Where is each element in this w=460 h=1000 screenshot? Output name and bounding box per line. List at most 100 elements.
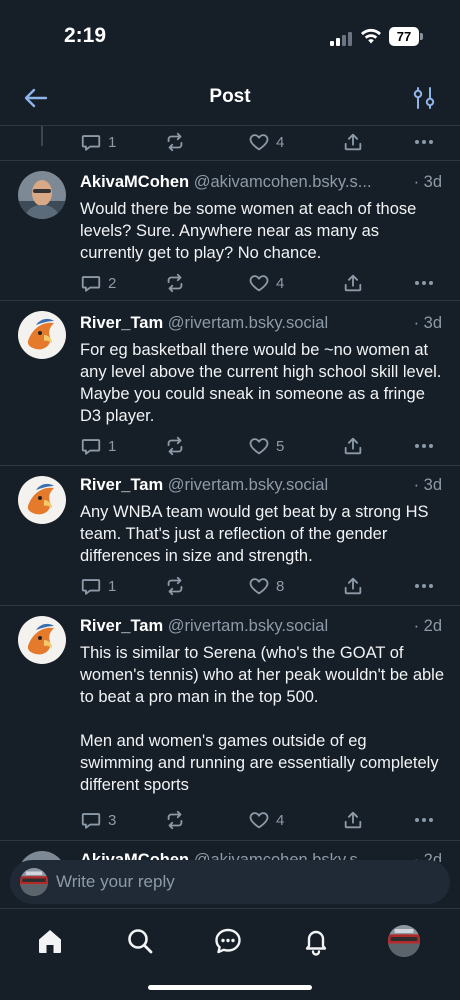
share-button[interactable] [342,434,364,458]
reply-count: 1 [108,437,117,455]
like-count: 4 [276,133,285,151]
heart-icon [248,575,270,597]
like-button[interactable]: 4 [248,271,284,295]
repost-button[interactable] [164,271,186,295]
post-header: River_Tam @rivertam.bsky.social · 3d [80,476,442,495]
home-icon [39,930,61,953]
reply-button[interactable]: 3 [80,808,116,832]
share-button[interactable] [342,271,364,295]
post-text: This is similar to Serena (who's the GOA… [80,644,445,794]
share-icon [342,435,364,457]
tab-search[interactable] [124,925,156,957]
avatar [20,868,48,896]
reply-icon [80,435,102,457]
reply-icon [80,272,102,294]
tab-home[interactable] [34,925,66,957]
author-name[interactable]: River_Tam [80,476,163,494]
repost-button[interactable] [164,130,186,154]
status-time: 2:19 [64,24,107,47]
repost-icon [164,272,186,294]
post-time: · 3d [409,314,442,333]
author-handle[interactable]: @rivertam.bsky.social [168,476,328,494]
search-icon [128,929,153,954]
header: Post [0,70,460,126]
reply-button[interactable]: 2 [80,271,116,295]
tab-chat[interactable] [212,925,244,957]
avatar[interactable] [18,171,66,219]
post-text: Would there be some women at each of tho… [80,200,421,262]
more-button[interactable] [412,271,436,295]
share-button[interactable] [342,574,364,598]
repost-button[interactable] [164,574,186,598]
heart-icon [248,272,270,294]
post[interactable]: AkivaMCohen @akivamcohen.bsky.s... · 3d … [0,160,460,300]
battery-icon: 77 [389,27,419,46]
signal-icon [330,30,354,46]
tab-notifications[interactable] [300,925,332,957]
more-button[interactable] [412,574,436,598]
status-bar: 2:19 77 [0,0,460,70]
author-handle[interactable]: @rivertam.bsky.social [168,617,328,635]
more-button[interactable] [412,434,436,458]
page-title: Post [209,86,251,107]
action-row: 1 5 [80,434,440,458]
post-time: · 3d [409,476,442,495]
reply-button[interactable]: 1 [80,130,116,154]
more-icon [412,808,436,832]
reply-icon [80,575,102,597]
avatar[interactable] [18,476,66,524]
share-icon [342,809,364,831]
like-button[interactable]: 4 [248,808,284,832]
post[interactable]: River_Tam @rivertam.bsky.social · 3d Any… [0,465,460,605]
post[interactable]: River_Tam @rivertam.bsky.social · 2d Thi… [0,605,460,840]
repost-icon [164,575,186,597]
action-row: 3 4 [80,808,440,832]
repost-button[interactable] [164,808,186,832]
like-button[interactable]: 8 [248,574,284,598]
more-button[interactable] [412,808,436,832]
share-icon [342,131,364,153]
post-text: Any WNBA team would get beat by a strong… [80,503,434,565]
like-button[interactable]: 5 [248,434,284,458]
author-handle[interactable]: @rivertam.bsky.social [168,314,328,332]
share-button[interactable] [342,130,364,154]
reply-count: 1 [108,577,117,595]
like-button[interactable]: 4 [248,130,284,154]
avatar[interactable] [18,616,66,664]
sliders-icon[interactable] [412,84,436,112]
more-icon [412,434,436,458]
thread-line [41,126,43,146]
author-name[interactable]: AkivaMCohen [80,173,189,191]
chat-icon [215,928,241,954]
more-icon [412,130,436,154]
reply-count: 2 [108,274,117,292]
post-header: AkivaMCohen @akivamcohen.bsky.s... · 3d [80,173,442,192]
author-name[interactable]: River_Tam [80,314,163,332]
author-name[interactable]: River_Tam [80,617,163,635]
author-handle[interactable]: @akivamcohen.bsky.s... [194,173,372,191]
avatar[interactable] [18,311,66,359]
post-header: River_Tam @rivertam.bsky.social · 2d [80,617,442,636]
reply-composer[interactable] [10,860,450,904]
battery-tip [420,33,423,40]
repost-icon [164,131,186,153]
reply-count: 1 [108,133,117,151]
repost-icon [164,435,186,457]
heart-icon [248,435,270,457]
post-partial[interactable]: AkivaMCohen @akivamcohen.bsky.s... · 2d [0,840,460,862]
post[interactable]: River_Tam @rivertam.bsky.social · 3d For… [0,300,460,465]
wifi-icon [361,28,381,44]
more-button[interactable] [412,130,436,154]
action-row: 1 8 [80,574,440,598]
share-button[interactable] [342,808,364,832]
parent-action-row: 1 4 [80,130,440,154]
reply-button[interactable]: 1 [80,434,116,458]
like-count: 4 [276,274,285,292]
post-time: · 3d [409,173,442,192]
reply-input[interactable] [56,860,436,904]
reply-button[interactable]: 1 [80,574,116,598]
tab-profile[interactable] [388,925,420,957]
avatar [388,925,420,957]
post-time: · 2d [409,617,442,636]
repost-button[interactable] [164,434,186,458]
